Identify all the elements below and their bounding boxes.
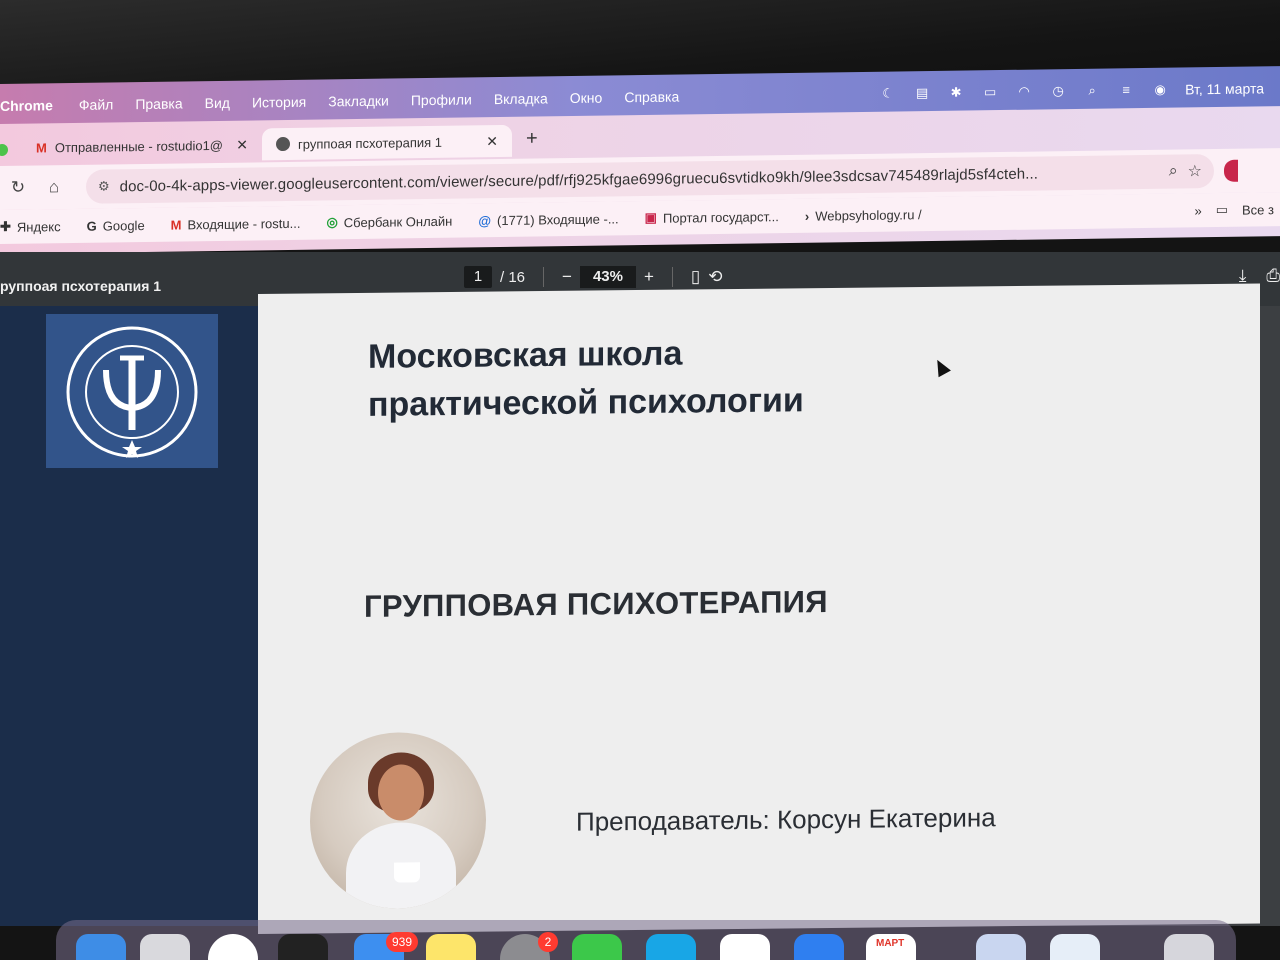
home-icon[interactable]: ⌂: [36, 177, 72, 198]
tab-title: Отправленные - rostudio1@: [54, 137, 223, 155]
tab-sent-mail[interactable]: M Отправленные - rostudio1@ ✕: [22, 128, 262, 163]
menu-edit[interactable]: Правка: [135, 95, 182, 112]
rotate-icon[interactable]: ⟲: [708, 267, 722, 287]
profile-avatar[interactable]: [1224, 159, 1238, 182]
trash-icon[interactable]: [1164, 934, 1214, 960]
skype-icon[interactable]: [646, 934, 696, 960]
tab-pdf[interactable]: группоая псхотерапия 1 ✕: [262, 124, 512, 161]
school-logo: [46, 314, 218, 468]
launchpad-icon[interactable]: [140, 934, 190, 960]
battery-icon[interactable]: ▭: [981, 84, 999, 99]
wifi-icon[interactable]: ◠: [1015, 84, 1033, 99]
gosuslugi-icon: ▣: [644, 209, 657, 225]
gmail-icon: M: [36, 139, 47, 155]
globe-icon: [276, 136, 290, 152]
photos-icon[interactable]: [720, 934, 770, 960]
moon-icon[interactable]: ☾: [879, 86, 897, 101]
mail-icon: @: [478, 212, 492, 228]
teacher-caption: Преподаватель: Корсун Екатерина: [576, 802, 996, 837]
bookmark-sberbank[interactable]: ◎ Сбербанк Онлайн: [326, 213, 452, 231]
menu-profiles[interactable]: Профили: [411, 91, 472, 108]
psi-logo-icon: [66, 326, 198, 458]
menu-file[interactable]: Файл: [79, 96, 113, 112]
browser-window: M Отправленные - rostudio1@ ✕ группоая п…: [0, 106, 1280, 254]
fit-page-icon[interactable]: ▯: [691, 267, 700, 287]
close-icon[interactable]: ✕: [236, 136, 248, 153]
bookmark-yandex[interactable]: ✚ Яндекс: [0, 218, 61, 235]
bookmark-gosuslugi[interactable]: ▣ Портал государст...: [645, 208, 779, 226]
menu-window[interactable]: Окно: [570, 90, 603, 106]
page-total: / 16: [500, 268, 526, 286]
folder-icon[interactable]: ▭: [1216, 202, 1228, 218]
menu-history[interactable]: История: [252, 94, 306, 111]
print-icon[interactable]: ⎙: [1266, 266, 1280, 286]
zoom-in-icon[interactable]: +: [644, 267, 654, 287]
activity-icon[interactable]: [1050, 934, 1100, 960]
window-zoom-button[interactable]: [0, 143, 8, 157]
yandex-icon: ✚: [0, 218, 11, 234]
menu-help[interactable]: Справка: [624, 89, 679, 106]
zoom-icon[interactable]: ⌕: [1169, 163, 1178, 181]
divider: [671, 267, 673, 287]
finder-icon[interactable]: [76, 934, 126, 960]
settings-badge: 2: [538, 932, 558, 952]
menu-app-name[interactable]: Chrome: [0, 97, 53, 114]
slide-sidebar-panel: [0, 306, 262, 926]
google-icon: G: [86, 218, 97, 234]
reload-icon[interactable]: ↻: [0, 177, 36, 198]
tab-title: группоая псхотерапия 1: [298, 134, 443, 152]
control-center-icon[interactable]: ≡: [1117, 82, 1135, 97]
more-bookmarks-icon[interactable]: »: [1194, 203, 1201, 218]
time-machine-icon[interactable]: ◷: [1049, 83, 1067, 98]
preview-icon[interactable]: [976, 934, 1026, 960]
app-icon[interactable]: [278, 934, 328, 960]
pdf-viewport[interactable]: Московская школа практической психологии…: [0, 283, 1280, 934]
calendar-month: МАРТ: [876, 938, 905, 949]
bookmark-mail[interactable]: @ (1771) Входящие -...: [478, 211, 618, 228]
app-store-icon[interactable]: [794, 934, 844, 960]
search-icon[interactable]: ⌕: [1083, 83, 1101, 98]
pdf-title: руппоая псхотерапия 1: [0, 278, 162, 294]
menu-view[interactable]: Вид: [205, 95, 230, 111]
divider: [543, 267, 545, 287]
zoom-input[interactable]: 43%: [579, 266, 636, 288]
mail-badge: 939: [386, 932, 419, 952]
address-url[interactable]: doc-0o-4k-apps-viewer.googleusercontent.…: [120, 163, 1159, 195]
bookmark-inbox[interactable]: M Входящие - rostu...: [171, 215, 301, 232]
close-icon[interactable]: ✕: [486, 133, 498, 150]
macos-dock: 939 2 МАРТ: [56, 920, 1236, 960]
gmail-icon: M: [170, 216, 182, 233]
page-number-input[interactable]: 1: [464, 266, 492, 288]
sber-icon: ◎: [326, 214, 338, 230]
arrow-icon: ›: [804, 208, 810, 224]
pdf-page: Московская школа практической психологии…: [258, 283, 1260, 934]
zoom-out-icon[interactable]: −: [562, 267, 572, 287]
slide-title: Московская школа практической психологии: [368, 334, 804, 424]
menu-bookmarks[interactable]: Закладки: [328, 93, 389, 110]
site-info-icon[interactable]: ⚙: [98, 178, 110, 194]
all-bookmarks-label[interactable]: Все з: [1242, 202, 1274, 217]
chrome-icon[interactable]: [208, 934, 258, 960]
bluetooth-icon[interactable]: ✱: [947, 85, 965, 100]
flag-us-icon[interactable]: ▤: [913, 85, 931, 100]
slide-heading: ГРУППОВАЯ ПСИХОТЕРАПИЯ: [364, 584, 828, 624]
new-tab-button[interactable]: +: [526, 127, 538, 156]
bookmark-webpsyhology[interactable]: › Webpsyhology.ru /: [805, 207, 922, 224]
teacher-photo: [310, 731, 486, 910]
menubar-datetime[interactable]: Вт, 11 марта: [1185, 80, 1264, 97]
pdf-pager: 1 / 16 − 43% + ▯ ⟲: [464, 266, 723, 288]
mouse-cursor: [931, 356, 951, 378]
siri-icon[interactable]: ◉: [1151, 82, 1169, 97]
bookmark-google[interactable]: G Google: [87, 217, 145, 233]
star-icon[interactable]: ☆: [1188, 161, 1202, 181]
facetime-icon[interactable]: [572, 934, 622, 960]
menu-tab[interactable]: Вкладка: [494, 90, 548, 107]
notes-icon[interactable]: [426, 934, 476, 960]
